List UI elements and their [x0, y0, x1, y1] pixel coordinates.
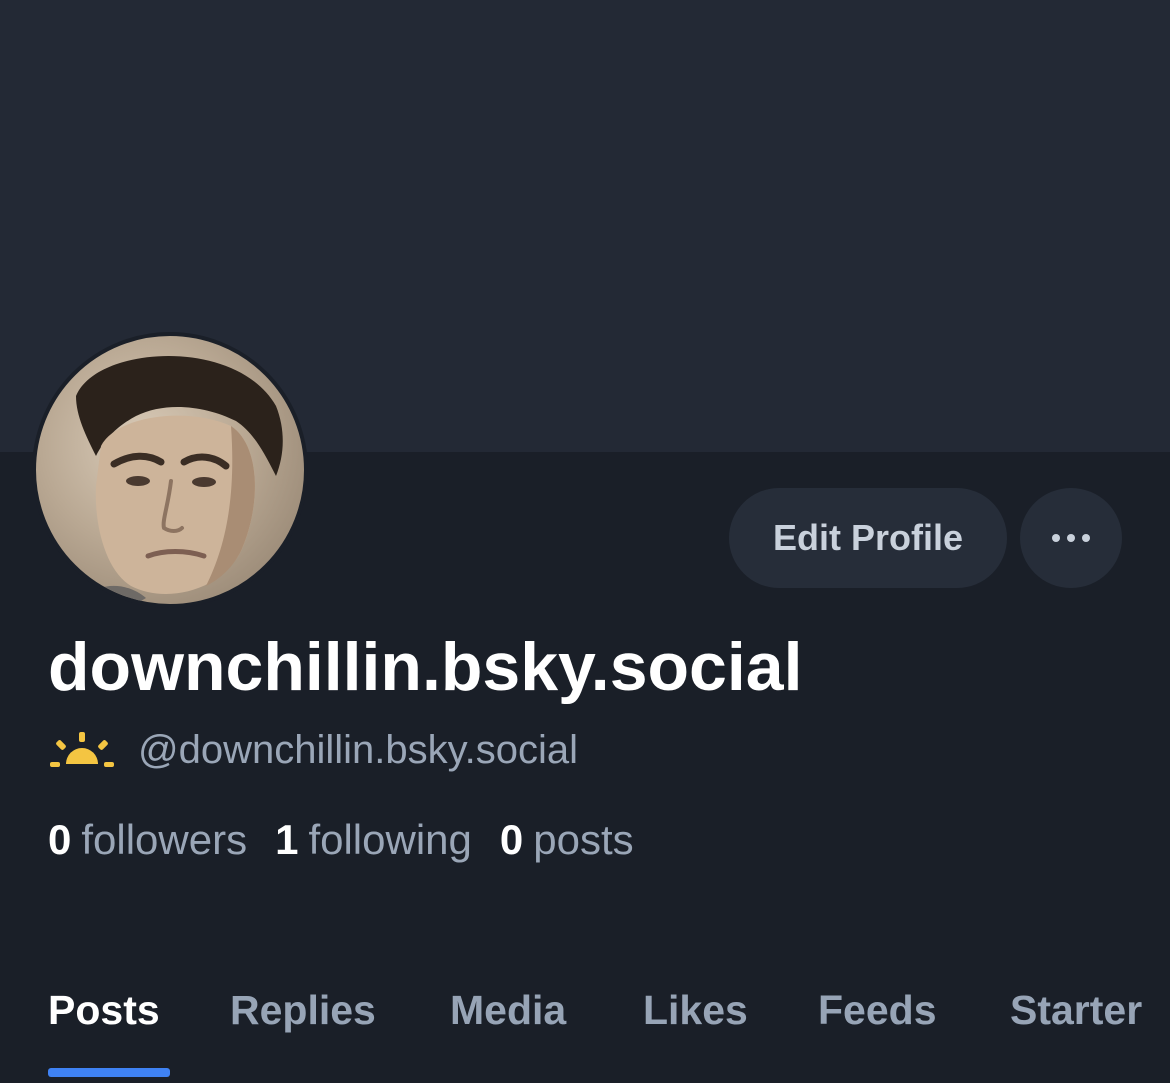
ellipsis-icon [1052, 534, 1060, 542]
followers-label: followers [81, 816, 248, 863]
posts-label: posts [533, 816, 634, 863]
followers-stat[interactable]: 0 followers [48, 816, 247, 864]
tab-starter[interactable]: Starter [1010, 980, 1142, 1040]
following-stat[interactable]: 1 following [275, 816, 472, 864]
ellipsis-icon-dot [1067, 534, 1075, 542]
avatar[interactable] [32, 332, 308, 608]
posts-stat: 0 posts [500, 816, 634, 864]
tab-replies[interactable]: Replies [230, 980, 376, 1040]
tab-likes[interactable]: Likes [643, 980, 748, 1040]
active-tab-indicator [48, 1068, 170, 1077]
more-options-button[interactable] [1020, 488, 1122, 588]
handle-row: @downchillin.bsky.social [50, 722, 578, 778]
profile-handle[interactable]: @downchillin.bsky.social [138, 728, 578, 773]
ellipsis-icon-dot [1082, 534, 1090, 542]
posts-count: 0 [499, 816, 524, 863]
tab-media[interactable]: Media [450, 980, 566, 1040]
following-count: 1 [275, 816, 299, 863]
edit-profile-button[interactable]: Edit Profile [729, 488, 1007, 588]
following-label: following [308, 816, 472, 863]
tab-posts[interactable]: Posts [48, 980, 160, 1040]
followers-count: 0 [48, 816, 72, 863]
display-name: downchillin.bsky.social [48, 629, 803, 705]
profile-tabs: Posts Replies Media Likes Feeds Starter [0, 970, 1170, 1083]
sunrise-emoji-icon [50, 732, 114, 767]
tab-feeds[interactable]: Feeds [818, 980, 937, 1040]
profile-stats: 0 followers 1 following 0 posts [48, 810, 662, 870]
avatar-portrait [76, 356, 283, 604]
